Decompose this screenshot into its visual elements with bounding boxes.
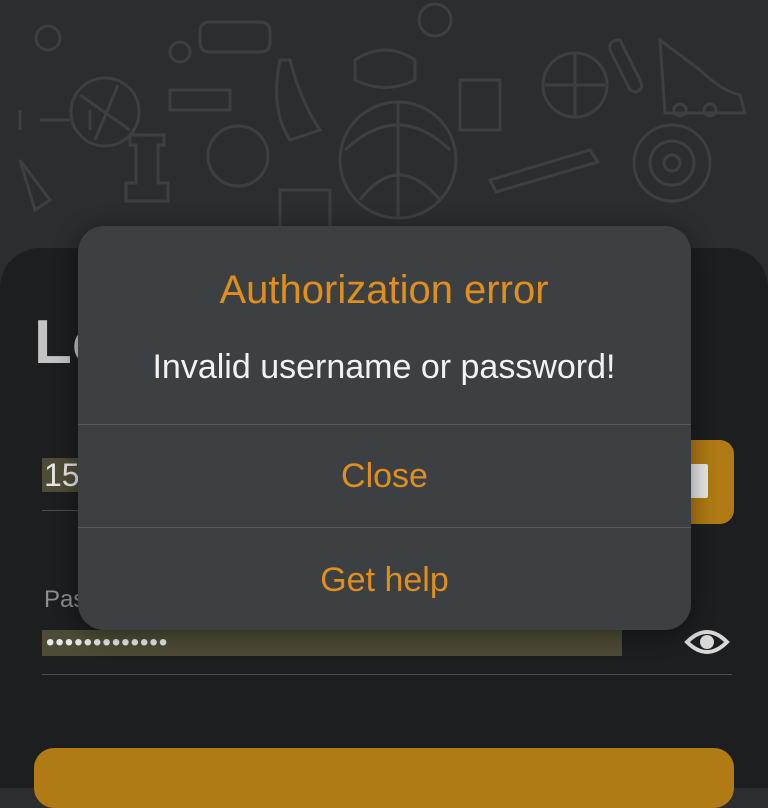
gamepad-icon xyxy=(198,20,272,54)
goggles-icon xyxy=(353,48,417,89)
password-underline xyxy=(42,674,732,675)
close-button[interactable]: Close xyxy=(78,424,691,528)
skate-icon xyxy=(658,36,747,115)
dialog-title: Authorization error xyxy=(219,268,549,312)
tennis-ball-icon xyxy=(206,124,270,188)
shuttlecock-icon xyxy=(18,159,53,213)
target-icon xyxy=(632,123,712,203)
bowling-ball-icon xyxy=(417,2,453,38)
ticket-icon xyxy=(278,188,332,232)
get-help-button[interactable]: Get help xyxy=(78,528,691,630)
shoe-icon xyxy=(275,58,323,142)
whistle-icon xyxy=(168,88,232,112)
login-button[interactable] xyxy=(34,748,734,808)
puck-icon xyxy=(34,24,62,52)
dialog-message: Invalid username or password! xyxy=(152,348,616,386)
card-icon xyxy=(458,78,502,132)
bat-icon xyxy=(487,148,601,194)
rook-icon xyxy=(124,133,170,203)
dumbbell-icon xyxy=(18,110,92,130)
contact-book-icon xyxy=(688,464,708,498)
skateboard-icon xyxy=(608,38,644,94)
small-ball-icon xyxy=(168,40,192,64)
password-field[interactable]: ••••••••••••• xyxy=(42,630,622,656)
